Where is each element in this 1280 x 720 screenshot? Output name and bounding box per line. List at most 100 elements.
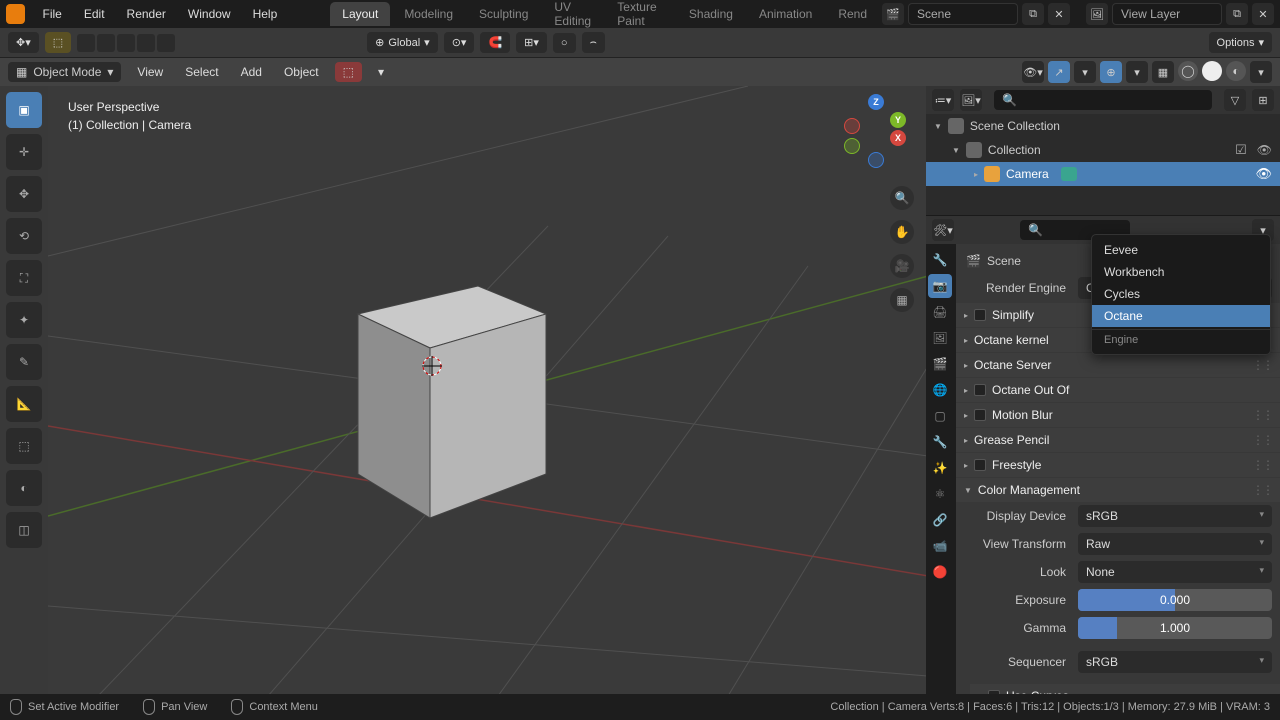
grease-pencil-panel[interactable]: ▸Grease Pencil⋮⋮ <box>956 428 1280 452</box>
scene-name-field[interactable]: Scene <box>908 3 1018 25</box>
generic-tool-2[interactable]: ◫ <box>6 512 42 548</box>
mode-dropdown[interactable]: ▦ Object Mode ▾ <box>8 62 121 82</box>
new-collection-icon[interactable]: ⊞ <box>1252 89 1274 111</box>
disclosure-triangle-icon[interactable]: ▸ <box>974 170 978 179</box>
gizmo-dropdown[interactable]: ▾ <box>1074 61 1096 83</box>
particles-tab-icon[interactable]: ✨ <box>928 456 952 480</box>
snap-type-dropdown[interactable]: ⊞▾ <box>516 32 547 53</box>
proportional-edit-toggle[interactable]: ○ <box>553 33 576 53</box>
xray-toggle-icon[interactable]: ▦ <box>1152 61 1174 83</box>
pivot-point-dropdown[interactable]: ⊙▾ <box>444 32 475 53</box>
axis-y-icon[interactable]: Y <box>890 112 906 128</box>
annotate-tool[interactable]: ✎ <box>6 344 42 380</box>
toggle-perspective-icon[interactable]: ▦ <box>890 288 914 312</box>
help-menu[interactable]: Help <box>243 3 288 25</box>
blender-logo-icon[interactable] <box>6 4 25 24</box>
add-menu[interactable]: Add <box>235 62 268 82</box>
viewlayer-tab-icon[interactable]: 🖼 <box>928 326 952 350</box>
world-tab-icon[interactable]: 🌐 <box>928 378 952 402</box>
modifiers-tab-icon[interactable]: 🔧 <box>928 430 952 454</box>
window-menu[interactable]: Window <box>178 3 241 25</box>
proportional-falloff-dropdown[interactable]: ⌢ <box>582 32 605 53</box>
cursor-tool[interactable]: ✛ <box>6 134 42 170</box>
axis-neg-y-icon[interactable] <box>844 138 860 154</box>
tab-texture-paint[interactable]: Texture Paint <box>605 0 675 33</box>
selectability-icon[interactable]: 👁▾ <box>1022 61 1044 83</box>
look-dropdown[interactable]: None▾ <box>1078 561 1272 583</box>
visibility-eye-icon[interactable]: 👁 <box>1257 143 1272 157</box>
render-tab-icon[interactable]: 📷 <box>928 274 952 298</box>
gamma-slider[interactable]: 1.000 <box>1078 617 1272 639</box>
scene-collection-item[interactable]: ▼ Scene Collection <box>926 114 1280 138</box>
engine-option-octane[interactable]: Octane <box>1092 305 1270 327</box>
octane-out-panel[interactable]: ▸Octane Out Of <box>956 378 1280 402</box>
axis-z-icon[interactable]: Z <box>868 94 884 110</box>
move-tool[interactable]: ✥ <box>6 176 42 212</box>
generic-tool-1[interactable]: ◐ <box>6 470 42 506</box>
pan-icon[interactable]: ✋ <box>890 220 914 244</box>
shading-dropdown[interactable]: ▾ <box>1250 61 1272 83</box>
show-gizmo-icon[interactable]: ↗ <box>1048 61 1070 83</box>
tab-sculpting[interactable]: Sculpting <box>467 2 540 26</box>
shading-solid-icon[interactable] <box>1202 61 1222 81</box>
engine-option-cycles[interactable]: Cycles <box>1092 283 1270 305</box>
overlays-dropdown[interactable]: ▾ <box>1126 61 1148 83</box>
motion-blur-panel[interactable]: ▸Motion Blur⋮⋮ <box>956 403 1280 427</box>
view-transform-dropdown[interactable]: Raw▾ <box>1078 533 1272 555</box>
disclosure-triangle-icon[interactable]: ▼ <box>934 122 942 131</box>
camera-item[interactable]: ▸ Camera 👁 <box>926 162 1280 186</box>
freestyle-panel[interactable]: ▸Freestyle⋮⋮ <box>956 453 1280 477</box>
tab-rendering[interactable]: Rend <box>826 2 879 26</box>
color-management-panel[interactable]: ▼Color Management⋮⋮ <box>956 478 1280 502</box>
tweak-tool-icon[interactable]: ⬚ <box>45 32 71 53</box>
viewlayer-browse-icon[interactable]: 🖼 <box>1086 3 1108 25</box>
axis-neg-x-icon[interactable] <box>844 118 860 134</box>
scene-tab-icon[interactable]: 🎬 <box>928 352 952 376</box>
scene-new-icon[interactable]: ⧉ <box>1022 3 1044 25</box>
select-tool-dropdown[interactable]: ✥▾ <box>8 32 39 53</box>
viewlayer-name-field[interactable]: View Layer <box>1112 3 1222 25</box>
outliner-type-icon[interactable]: ≔▾ <box>932 89 954 111</box>
octane-out-checkbox[interactable] <box>974 384 986 396</box>
viewlayer-new-icon[interactable]: ⧉ <box>1226 3 1248 25</box>
simplify-checkbox[interactable] <box>974 309 986 321</box>
data-tab-icon[interactable]: 📹 <box>928 534 952 558</box>
object-tab-icon[interactable]: ▢ <box>928 404 952 428</box>
material-tab-icon[interactable]: 🔴 <box>928 560 952 584</box>
scale-tool[interactable]: ⛶ <box>6 260 42 296</box>
outliner-search[interactable]: 🔍 <box>994 90 1212 110</box>
octane-server-panel[interactable]: ▸Octane Server⋮⋮ <box>956 353 1280 377</box>
navigation-gizmo[interactable]: Z Y X <box>840 96 910 166</box>
select-new-icon[interactable] <box>77 34 95 52</box>
file-menu[interactable]: File <box>33 3 72 25</box>
view-menu[interactable]: View <box>131 62 169 82</box>
constraints-tab-icon[interactable]: 🔗 <box>928 508 952 532</box>
select-invert-icon[interactable] <box>137 34 155 52</box>
disclosure-triangle-icon[interactable]: ▼ <box>952 146 960 155</box>
render-menu[interactable]: Render <box>117 3 176 25</box>
display-device-dropdown[interactable]: sRGB▾ <box>1078 505 1272 527</box>
select-menu[interactable]: Select <box>179 62 224 82</box>
filter-icon[interactable]: ▽ <box>1224 89 1246 111</box>
global-local-toggle[interactable]: ⬚ <box>335 62 362 82</box>
select-extend-icon[interactable] <box>97 34 115 52</box>
tab-layout[interactable]: Layout <box>330 2 390 26</box>
select-intersect-icon[interactable] <box>157 34 175 52</box>
tab-shading[interactable]: Shading <box>677 2 745 26</box>
object-menu[interactable]: Object <box>278 62 325 82</box>
measure-tool[interactable]: 📐 <box>6 386 42 422</box>
shading-material-icon[interactable]: ◐ <box>1226 61 1246 81</box>
transform-orientation-dropdown[interactable]: ⊕ Global ▾ <box>367 32 438 53</box>
motion-blur-checkbox[interactable] <box>974 409 986 421</box>
output-tab-icon[interactable]: 🖨 <box>928 300 952 324</box>
options-dropdown[interactable]: Options ▾ <box>1209 32 1272 53</box>
sequencer-dropdown[interactable]: sRGB▾ <box>1078 651 1272 673</box>
engine-option-workbench[interactable]: Workbench <box>1092 261 1270 283</box>
transform-tool[interactable]: ✦ <box>6 302 42 338</box>
camera-view-icon[interactable]: 🎥 <box>890 254 914 278</box>
engine-option-eevee[interactable]: Eevee <box>1092 239 1270 261</box>
tab-uv-editing[interactable]: UV Editing <box>542 0 603 33</box>
visibility-eye-icon[interactable]: 👁 <box>1255 166 1272 182</box>
add-cube-tool[interactable]: ⬚ <box>6 428 42 464</box>
default-cube[interactable] <box>48 86 926 686</box>
